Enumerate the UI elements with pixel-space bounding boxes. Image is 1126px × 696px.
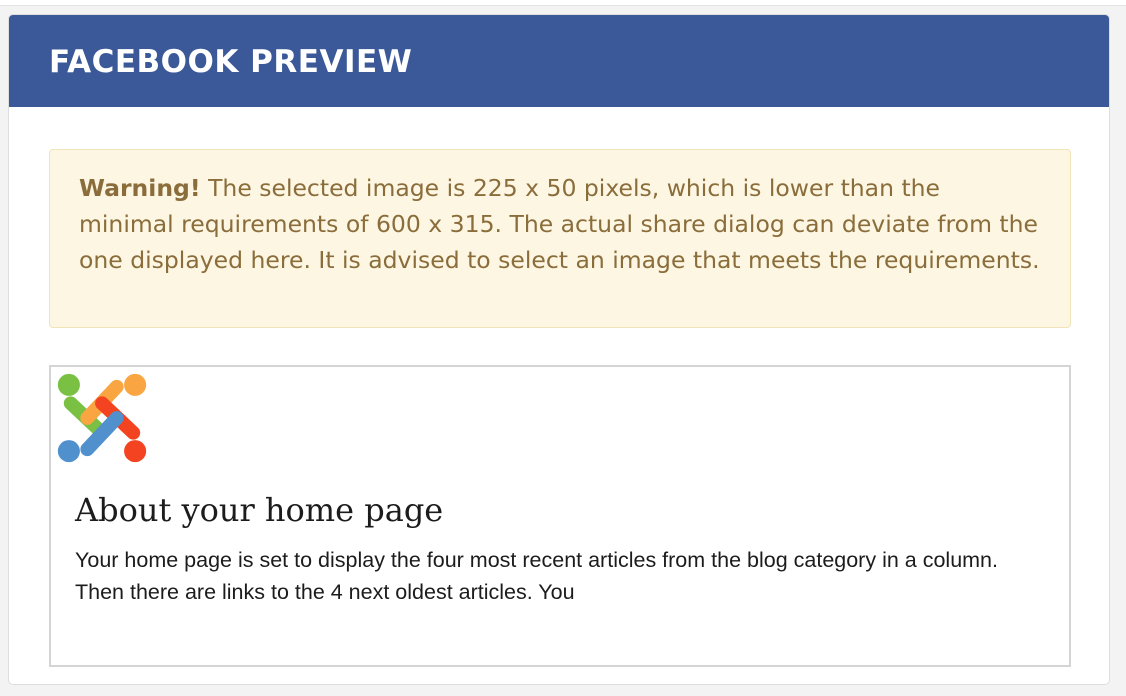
preview-description: Your home page is set to display the fou…	[75, 548, 998, 604]
preview-title: About your home page	[75, 491, 444, 529]
warning-alert: Warning! The selected image is 225 x 50 …	[49, 149, 1071, 328]
warning-label: Warning!	[79, 174, 201, 202]
panel-title: FACEBOOK PREVIEW	[49, 44, 413, 80]
facebook-preview-panel: FACEBOOK PREVIEW Warning! The selected i…	[8, 14, 1110, 685]
top-divider	[0, 0, 1126, 6]
share-preview-card[interactable]: About your home page Your home page is s…	[49, 365, 1071, 667]
panel-header: FACEBOOK PREVIEW	[9, 15, 1109, 107]
joomla-logo-icon	[57, 373, 147, 463]
warning-message: The selected image is 225 x 50 pixels, w…	[79, 174, 1040, 274]
